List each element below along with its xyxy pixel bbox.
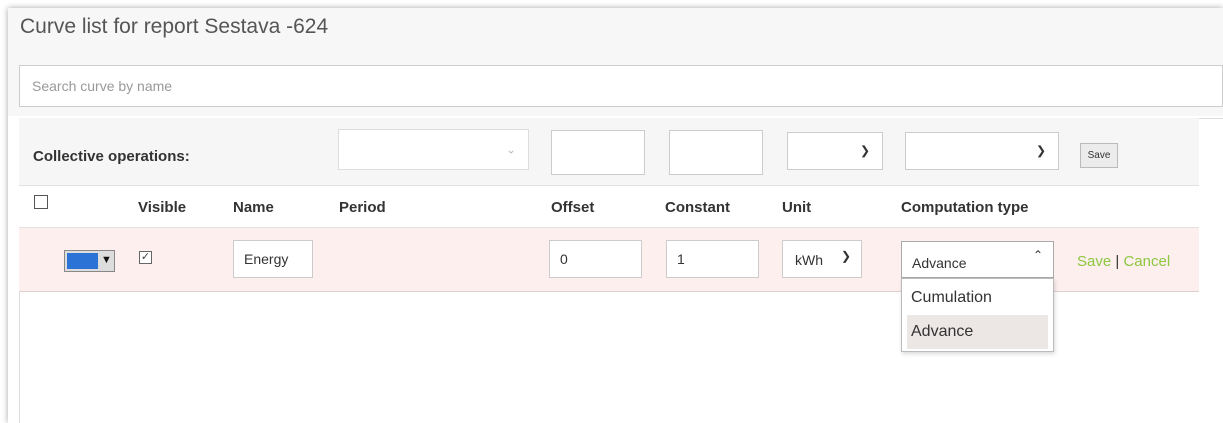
option-advance[interactable]: Advance — [907, 315, 1048, 349]
offset-input[interactable] — [549, 240, 642, 278]
collective-offset-input[interactable] — [551, 130, 645, 175]
option-cumulation[interactable]: Cumulation — [907, 281, 1048, 315]
column-visible: Visible — [138, 199, 187, 216]
computation-type-select[interactable]: Advance ⌃ — [901, 241, 1054, 278]
visible-checkbox[interactable]: ✓ — [139, 251, 152, 264]
column-period: Period — [339, 199, 386, 216]
color-swatch — [67, 253, 98, 269]
chevron-down-icon: ❯ — [1035, 143, 1046, 158]
select-all-checkbox[interactable] — [34, 195, 48, 209]
column-computation-type: Computation type — [901, 199, 1029, 216]
column-offset: Offset — [551, 199, 595, 216]
row-actions: Save | Cancel — [1077, 253, 1170, 270]
collective-constant-input[interactable] — [669, 130, 763, 175]
collective-computation-select[interactable]: ❯ — [905, 132, 1059, 170]
page-title: Curve list for report Sestava -624 — [20, 15, 329, 38]
color-picker[interactable]: ▼ — [64, 250, 115, 272]
chevron-up-icon: ⌃ — [1032, 248, 1043, 262]
column-name: Name — [233, 199, 274, 216]
collective-period-select[interactable]: ⌄ — [338, 129, 529, 170]
row-cancel-link[interactable]: Cancel — [1123, 253, 1170, 270]
name-input[interactable] — [233, 240, 313, 278]
computation-type-dropdown: Cumulation Advance — [901, 278, 1054, 352]
action-separator: | — [1115, 253, 1120, 270]
chevron-down-icon: ❯ — [840, 249, 851, 263]
constant-input[interactable] — [666, 240, 759, 278]
chevron-down-icon: ❯ — [859, 143, 870, 158]
checkmark-icon: ✓ — [140, 251, 151, 263]
column-constant: Constant — [665, 199, 730, 216]
row-save-link[interactable]: Save — [1077, 253, 1111, 270]
column-unit: Unit — [782, 199, 812, 216]
unit-value: kWh — [795, 252, 823, 268]
computation-type-value: Advance — [912, 255, 967, 271]
unit-select[interactable]: kWh ❯ — [782, 240, 862, 278]
triangle-down-icon: ▼ — [101, 254, 112, 266]
search-input[interactable] — [19, 65, 1223, 107]
collective-save-button[interactable]: Save — [1080, 143, 1118, 168]
chevron-down-icon: ⌄ — [505, 141, 516, 156]
collective-unit-select[interactable]: ❯ — [787, 132, 883, 170]
collective-operations-label: Collective operations: — [33, 148, 190, 165]
